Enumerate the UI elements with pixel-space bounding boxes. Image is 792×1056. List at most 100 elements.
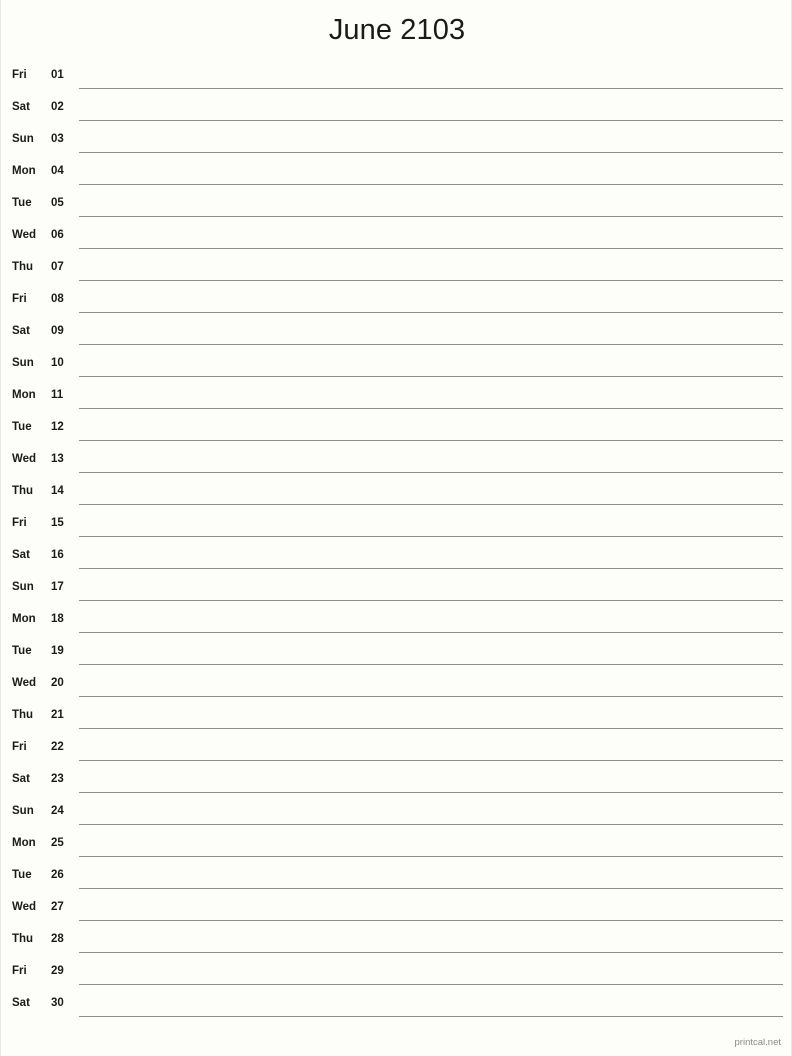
day-row: Sun 24: [1, 796, 792, 828]
day-row: Thu 28: [1, 924, 792, 956]
day-row: Mon 25: [1, 828, 792, 860]
weekday-label: Thu: [12, 485, 34, 497]
note-write-line[interactable]: [79, 600, 783, 601]
day-row: Mon 18: [1, 604, 792, 636]
note-write-line[interactable]: [79, 408, 783, 409]
weekday-label: Mon: [12, 837, 36, 849]
calendar-page: June 2103 Fri 01 Sat 02 Sun 03 Mon 04 Tue 05 Wed 06…: [0, 0, 792, 1056]
weekday-label: Tue: [12, 869, 32, 881]
day-number: 27: [51, 901, 64, 913]
day-row: Fri 29: [1, 956, 792, 988]
day-number: 11: [51, 389, 64, 401]
day-number: 26: [51, 869, 64, 881]
note-write-line[interactable]: [79, 696, 783, 697]
day-row: Sun 10: [1, 348, 792, 380]
day-row: Thu 14: [1, 476, 792, 508]
note-write-line[interactable]: [79, 792, 783, 793]
note-write-line[interactable]: [79, 88, 783, 89]
note-write-line[interactable]: [79, 952, 783, 953]
day-number: 07: [51, 261, 64, 273]
day-number: 09: [51, 325, 64, 337]
weekday-label: Wed: [12, 453, 37, 465]
note-write-line[interactable]: [79, 504, 783, 505]
day-row: Sat 02: [1, 92, 792, 124]
note-write-line[interactable]: [79, 536, 783, 537]
note-write-line[interactable]: [79, 376, 783, 377]
day-row: Sat 30: [1, 988, 792, 1020]
note-write-line[interactable]: [79, 824, 783, 825]
note-write-line[interactable]: [79, 472, 783, 473]
day-row: Sun 17: [1, 572, 792, 604]
day-row: Sun 03: [1, 124, 792, 156]
day-number: 30: [51, 997, 64, 1009]
day-number: 23: [51, 773, 64, 785]
weekday-label: Sun: [12, 133, 34, 145]
weekday-label: Wed: [12, 677, 37, 689]
day-number: 13: [51, 453, 64, 465]
note-write-line[interactable]: [79, 760, 783, 761]
note-write-line[interactable]: [79, 1016, 783, 1017]
day-number: 08: [51, 293, 64, 305]
day-number: 22: [51, 741, 64, 753]
footer-attribution: printcal.net: [734, 1037, 781, 1048]
day-number: 25: [51, 837, 64, 849]
day-row: Fri 22: [1, 732, 792, 764]
day-number: 10: [51, 357, 64, 369]
weekday-label: Sat: [12, 773, 30, 785]
note-write-line[interactable]: [79, 312, 783, 313]
weekday-label: Thu: [12, 933, 34, 945]
day-row: Sat 23: [1, 764, 792, 796]
weekday-label: Mon: [12, 613, 36, 625]
weekday-label: Mon: [12, 165, 36, 177]
day-number: 04: [51, 165, 64, 177]
day-row: Tue 26: [1, 860, 792, 892]
weekday-label: Tue: [12, 197, 32, 209]
day-row: Sat 09: [1, 316, 792, 348]
note-write-line[interactable]: [79, 984, 783, 985]
note-write-line[interactable]: [79, 120, 783, 121]
weekday-label: Tue: [12, 421, 32, 433]
day-number: 06: [51, 229, 64, 241]
weekday-label: Sat: [12, 997, 30, 1009]
note-write-line[interactable]: [79, 632, 783, 633]
weekday-label: Wed: [12, 229, 37, 241]
note-write-line[interactable]: [79, 888, 783, 889]
day-number: 16: [51, 549, 64, 561]
weekday-label: Sun: [12, 805, 34, 817]
weekday-label: Mon: [12, 389, 36, 401]
day-row: Sat 16: [1, 540, 792, 572]
weekday-label: Fri: [12, 293, 27, 305]
weekday-label: Sun: [12, 357, 34, 369]
day-number: 24: [51, 805, 64, 817]
day-row: Tue 19: [1, 636, 792, 668]
day-number: 28: [51, 933, 64, 945]
weekday-label: Sat: [12, 549, 30, 561]
weekday-label: Tue: [12, 645, 32, 657]
note-write-line[interactable]: [79, 920, 783, 921]
day-row: Thu 07: [1, 252, 792, 284]
weekday-label: Fri: [12, 965, 27, 977]
day-row: Wed 13: [1, 444, 792, 476]
note-write-line[interactable]: [79, 344, 783, 345]
note-write-line[interactable]: [79, 568, 783, 569]
day-number: 17: [51, 581, 64, 593]
note-write-line[interactable]: [79, 728, 783, 729]
note-write-line[interactable]: [79, 856, 783, 857]
day-number: 12: [51, 421, 64, 433]
note-write-line[interactable]: [79, 664, 783, 665]
note-write-line[interactable]: [79, 216, 783, 217]
note-write-line[interactable]: [79, 184, 783, 185]
day-number: 14: [51, 485, 64, 497]
day-row: Fri 15: [1, 508, 792, 540]
note-write-line[interactable]: [79, 248, 783, 249]
day-number: 20: [51, 677, 64, 689]
day-number: 21: [51, 709, 64, 721]
day-row-list: Fri 01 Sat 02 Sun 03 Mon 04 Tue 05 Wed 06 Thu 07 Fri 08…: [1, 60, 792, 1020]
note-write-line[interactable]: [79, 440, 783, 441]
day-number: 15: [51, 517, 64, 529]
weekday-label: Wed: [12, 901, 37, 913]
day-row: Thu 21: [1, 700, 792, 732]
day-row: Tue 05: [1, 188, 792, 220]
note-write-line[interactable]: [79, 152, 783, 153]
note-write-line[interactable]: [79, 280, 783, 281]
